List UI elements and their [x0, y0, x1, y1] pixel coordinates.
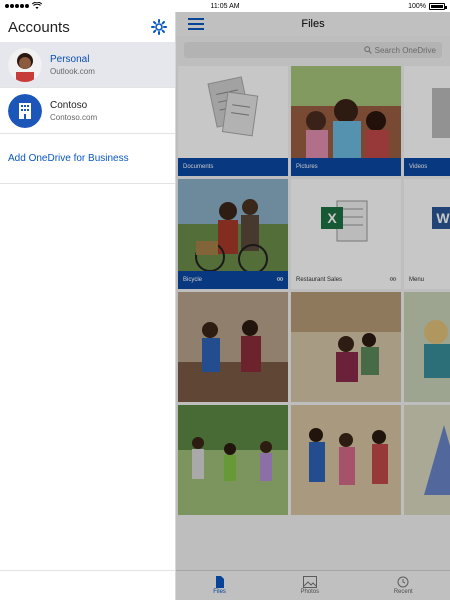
photo-image [178, 292, 288, 402]
menu-icon[interactable] [188, 18, 204, 30]
tab-files[interactable]: Files [213, 576, 226, 595]
search-placeholder: Search OneDrive [374, 45, 436, 55]
photo-image [291, 292, 401, 402]
gear-icon[interactable] [151, 19, 167, 35]
accounts-header: Accounts [0, 12, 175, 42]
photo-image [178, 405, 288, 515]
files-title: Files [301, 18, 325, 30]
photo-tile[interactable] [404, 292, 450, 402]
account-name: Contoso [50, 99, 88, 111]
photo-icon [302, 576, 317, 588]
account-text: Contoso Contoso.com [50, 100, 97, 122]
account-personal[interactable]: Personal Outlook.com [0, 42, 175, 88]
tile-label: Menu [404, 271, 450, 289]
tile-restaurant-sales[interactable]: X Restaurant Sales [291, 179, 401, 289]
signal-dots-icon [5, 4, 29, 8]
tile-label: Documents [178, 158, 288, 176]
accounts-title: Accounts [8, 18, 70, 36]
tile-label: Videos [404, 158, 450, 176]
tile-label-text: Bicycle [183, 277, 203, 283]
tile-bicycle[interactable]: Bicycle [178, 179, 288, 289]
photo-image [404, 292, 450, 402]
clock-icon [397, 576, 409, 588]
tile-label-text: Restaurant Sales [296, 277, 343, 283]
photo-tile[interactable] [178, 405, 288, 515]
tab-recent[interactable]: Recent [394, 576, 413, 595]
shared-icon [276, 277, 284, 281]
photo-tile[interactable] [291, 292, 401, 402]
files-pane: Files Search OneDrive Documents Pictures… [176, 12, 450, 600]
add-onedrive-business-link[interactable]: Add OneDrive for Business [0, 134, 175, 184]
battery-fill [431, 4, 443, 8]
shared-icon [389, 277, 397, 281]
status-bar: 11:05 AM 100% [0, 0, 450, 12]
photo-image [404, 405, 450, 515]
photo-tile[interactable] [178, 292, 288, 402]
tile-videos[interactable]: Videos [404, 66, 450, 176]
bottom-tab-bar: Files Photos Recent [176, 570, 450, 600]
tile-menu[interactable]: W Menu [404, 179, 450, 289]
building-icon [8, 93, 42, 128]
tile-label: Restaurant Sales [291, 271, 401, 289]
search-icon [363, 46, 372, 54]
svg-text:W: W [436, 210, 450, 226]
account-subtitle: Outlook.com [50, 66, 95, 76]
account-name: Personal [50, 53, 90, 65]
files-header: Files [176, 12, 450, 36]
status-right: 100% [408, 2, 447, 10]
tile-documents[interactable]: Documents [178, 66, 288, 176]
file-icon [215, 576, 224, 588]
tile-label: Bicycle [178, 271, 288, 289]
photo-tile[interactable] [291, 405, 401, 515]
tab-label: Photos [300, 589, 320, 595]
status-left [5, 2, 42, 10]
search-bar[interactable]: Search OneDrive [184, 42, 442, 58]
tile-label: Pictures [291, 158, 401, 176]
photo-image [291, 405, 401, 515]
divider [0, 570, 175, 571]
status-time: 11:05 AM [210, 2, 240, 10]
tab-photos[interactable]: Photos [300, 576, 319, 595]
account-subtitle: Contoso.com [50, 112, 98, 122]
wifi-icon [32, 2, 42, 9]
avatar [8, 47, 42, 82]
tile-pictures[interactable]: Pictures [291, 66, 401, 176]
tab-label: Recent [393, 589, 413, 595]
account-contoso[interactable]: Contoso Contoso.com [0, 88, 175, 134]
photo-tile[interactable] [404, 405, 450, 515]
tab-label: Files [213, 589, 226, 595]
svg-text:X: X [327, 210, 337, 226]
battery-percent: 100% [408, 2, 426, 10]
battery-icon [429, 2, 447, 10]
account-text: Personal Outlook.com [50, 54, 95, 76]
accounts-panel: Accounts Personal Outlook.com Contoso Co… [0, 12, 176, 600]
